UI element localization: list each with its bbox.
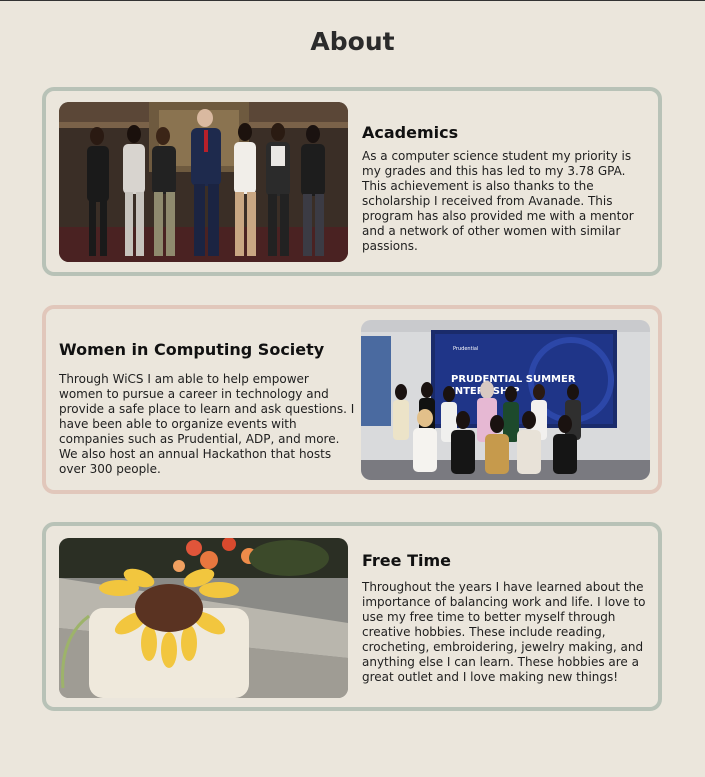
crocheted-sunflower-bag-image bbox=[59, 538, 348, 698]
academics-title: Academics bbox=[362, 123, 459, 142]
wics-body: Through WiCS I am able to help empower w… bbox=[59, 372, 355, 476]
free-time-card: Free Time Throughout the years I have le… bbox=[42, 522, 662, 711]
group-photo-prudential-event-image: Prudential PRUDENTIAL SUMMER INTERNSHIP bbox=[361, 320, 650, 480]
page-title: About bbox=[310, 27, 395, 56]
wics-card: Women in Computing Society Through WiCS … bbox=[42, 305, 662, 494]
group-photo-formal-image bbox=[59, 102, 348, 262]
wics-photo: Prudential PRUDENTIAL SUMMER INTERNSHIP bbox=[361, 320, 650, 480]
screen-logo-text: Prudential bbox=[453, 346, 478, 352]
wics-title: Women in Computing Society bbox=[59, 340, 325, 359]
top-border-line bbox=[0, 0, 705, 1]
free-time-photo bbox=[59, 538, 348, 698]
academics-card: Academics As a computer science student … bbox=[42, 87, 662, 276]
academics-body: As a computer science student my priorit… bbox=[362, 149, 634, 253]
svg-text:PRUDENTIAL SUMMER: PRUDENTIAL SUMMER bbox=[451, 374, 576, 385]
free-time-body: Throughout the years I have learned abou… bbox=[362, 580, 646, 684]
academics-photo bbox=[59, 102, 348, 262]
free-time-title: Free Time bbox=[362, 551, 451, 570]
